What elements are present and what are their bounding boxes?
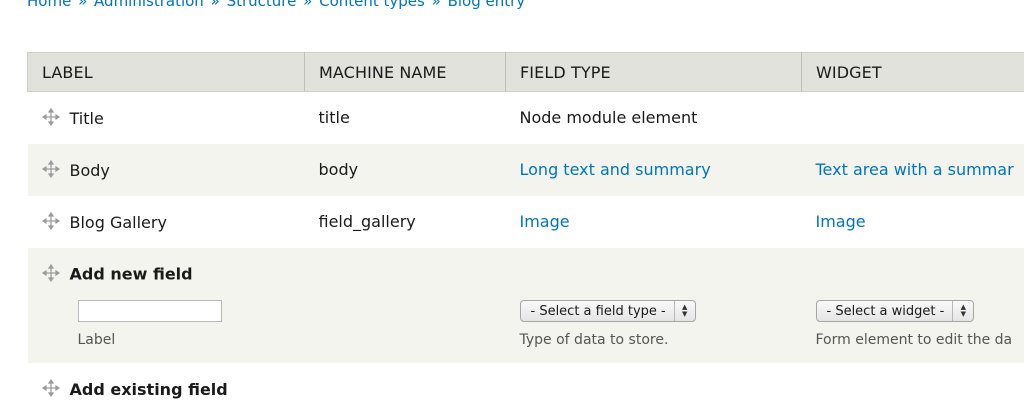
- column-header-machine-name: MACHINE NAME: [305, 53, 506, 92]
- drag-handle-icon[interactable]: [42, 160, 60, 178]
- column-header-widget: WIDGET: [802, 53, 1024, 92]
- widget-select-value: - Select a widget -: [827, 304, 953, 319]
- table-row: Title title Node module element: [28, 92, 1024, 144]
- select-arrows-icon: ▲▼: [952, 301, 973, 321]
- breadcrumb-separator: »: [430, 0, 443, 10]
- column-header-field-type: FIELD TYPE: [506, 53, 802, 92]
- new-field-label-input[interactable]: [78, 300, 222, 322]
- cell-widget: Image: [802, 196, 1024, 248]
- breadcrumb-blog-entry[interactable]: Blog entry: [448, 0, 526, 10]
- table-row: Body body Long text and summary Text are…: [28, 144, 1024, 196]
- breadcrumb-separator: »: [301, 0, 314, 10]
- drag-handle-icon[interactable]: [42, 212, 60, 230]
- field-type-description: Type of data to store.: [520, 332, 802, 348]
- field-type-link[interactable]: Image: [520, 212, 570, 231]
- empty-cell: [506, 363, 802, 415]
- widget-link[interactable]: Image: [816, 212, 866, 231]
- cell-field-type: Long text and summary: [506, 144, 802, 196]
- drag-handle-icon[interactable]: [42, 264, 60, 282]
- column-header-label: LABEL: [28, 53, 305, 92]
- widget-description: Form element to edit the da: [816, 332, 1024, 348]
- cell-label: Blog Gallery: [28, 196, 305, 248]
- new-field-label-description: Label: [78, 332, 305, 348]
- field-type-select[interactable]: - Select a field type - ▲▼: [520, 300, 696, 322]
- manage-fields-table: LABEL MACHINE NAME FIELD TYPE WIDGET Tit…: [27, 52, 1024, 415]
- add-existing-field-row: Add existing field: [28, 363, 1024, 415]
- drag-handle-icon[interactable]: [42, 108, 60, 126]
- cell-label: Title: [28, 92, 305, 144]
- cell-machine-name: body: [305, 144, 506, 196]
- breadcrumb-administration[interactable]: Administration: [94, 0, 204, 10]
- cell-add-new-widget: - Select a widget - ▲▼ Form element to e…: [802, 248, 1024, 363]
- breadcrumb-separator: »: [76, 0, 89, 10]
- breadcrumb: Home » Administration » Structure » Cont…: [27, 0, 525, 10]
- table-row: Blog Gallery field_gallery Image Image: [28, 196, 1024, 248]
- cell-machine-name: field_gallery: [305, 196, 506, 248]
- cell-field-type: Image: [506, 196, 802, 248]
- add-existing-field-title: Add existing field: [70, 380, 228, 399]
- field-type-select-value: - Select a field type -: [531, 304, 674, 319]
- add-new-field-row: Add new field Label - Select a field typ…: [28, 248, 1024, 363]
- field-type-link[interactable]: Long text and summary: [520, 160, 711, 179]
- empty-cell: [305, 363, 506, 415]
- breadcrumb-content-types[interactable]: Content types: [319, 0, 425, 10]
- cell-widget: Text area with a summar: [802, 144, 1024, 196]
- cell-label: Body: [28, 144, 305, 196]
- table-header-row: LABEL MACHINE NAME FIELD TYPE WIDGET: [28, 53, 1024, 92]
- cell-field-type: Node module element: [506, 92, 802, 144]
- field-label: Title: [70, 109, 104, 128]
- field-label: Blog Gallery: [70, 213, 167, 232]
- add-new-field-title: Add new field: [70, 264, 193, 283]
- drag-handle-icon[interactable]: [42, 379, 60, 397]
- cell-add-existing-label: Add existing field: [28, 363, 305, 415]
- widget-link[interactable]: Text area with a summar: [816, 160, 1014, 179]
- breadcrumb-separator: »: [209, 0, 222, 10]
- breadcrumb-structure[interactable]: Structure: [227, 0, 297, 10]
- cell-add-new-machine-name: [305, 248, 506, 363]
- cell-widget: [802, 92, 1024, 144]
- cell-add-new-label: Add new field Label: [28, 248, 305, 363]
- widget-select[interactable]: - Select a widget - ▲▼: [816, 300, 975, 322]
- breadcrumb-home[interactable]: Home: [27, 0, 71, 10]
- cell-machine-name: title: [305, 92, 506, 144]
- empty-cell: [802, 363, 1024, 415]
- cell-add-new-field-type: - Select a field type - ▲▼ Type of data …: [506, 248, 802, 363]
- select-arrows-icon: ▲▼: [674, 301, 695, 321]
- field-label: Body: [70, 161, 110, 180]
